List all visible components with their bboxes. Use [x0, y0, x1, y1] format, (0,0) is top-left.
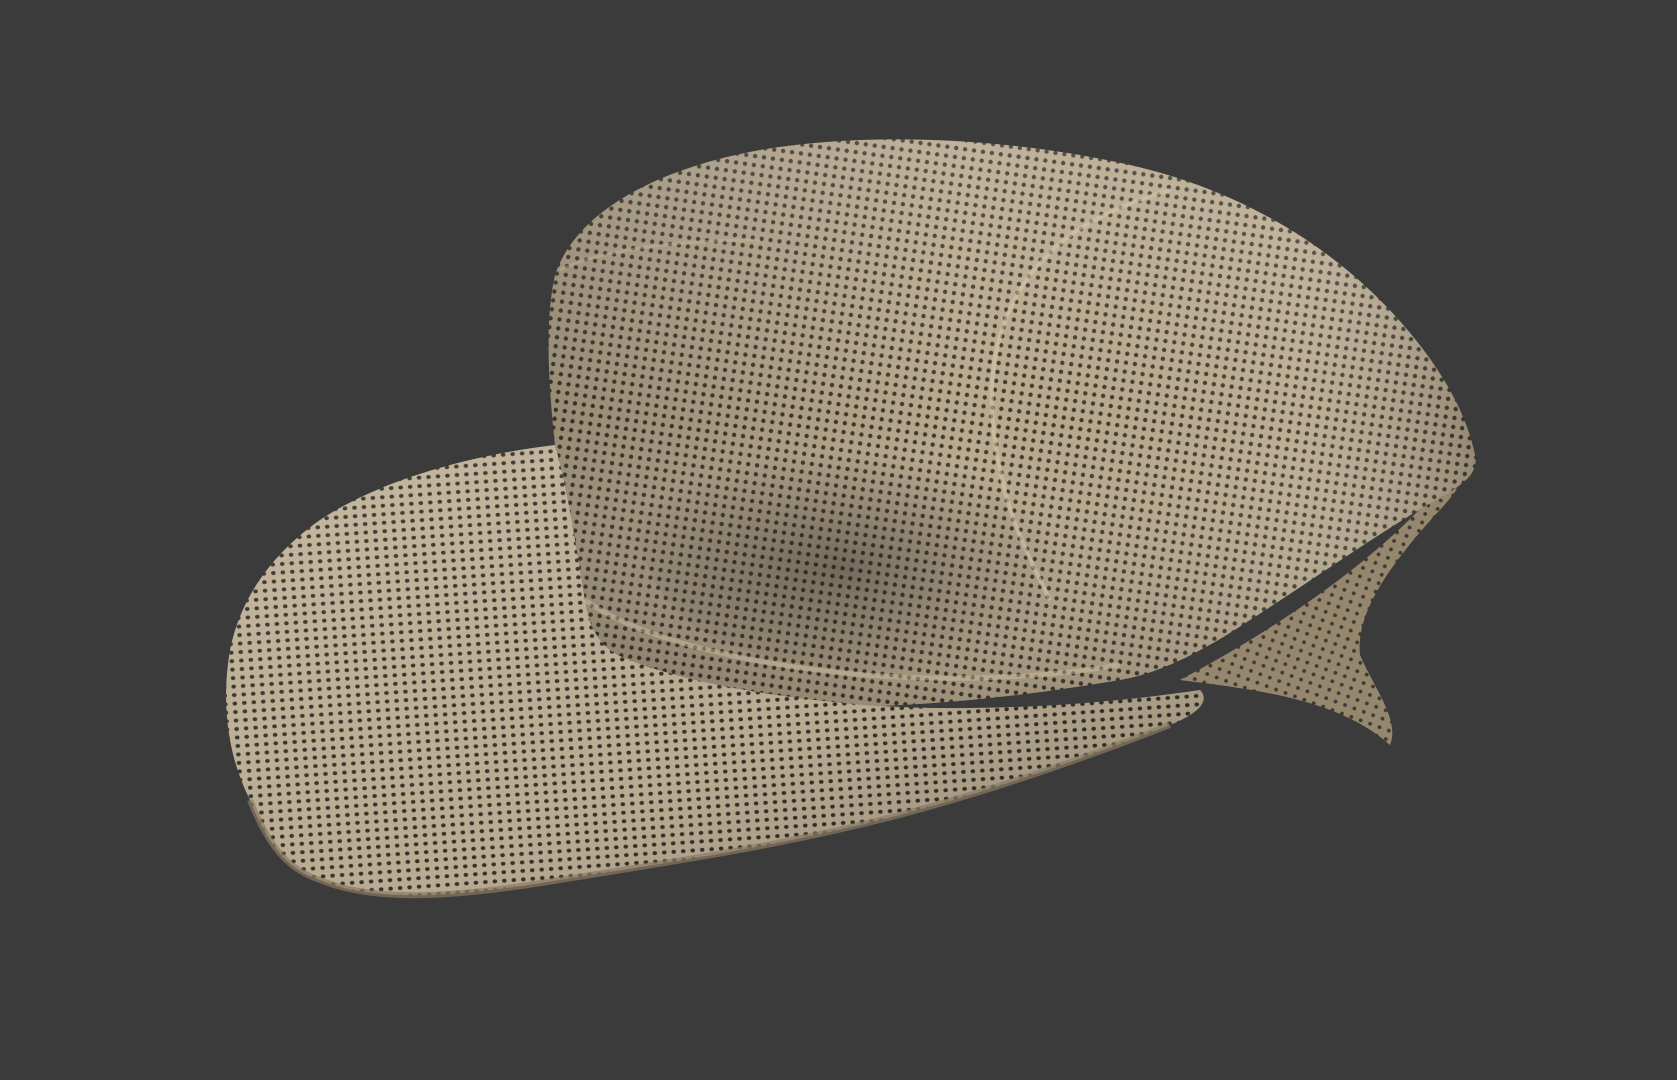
3d-viewport[interactable] — [0, 0, 1677, 1080]
render-canvas — [0, 0, 1677, 1080]
